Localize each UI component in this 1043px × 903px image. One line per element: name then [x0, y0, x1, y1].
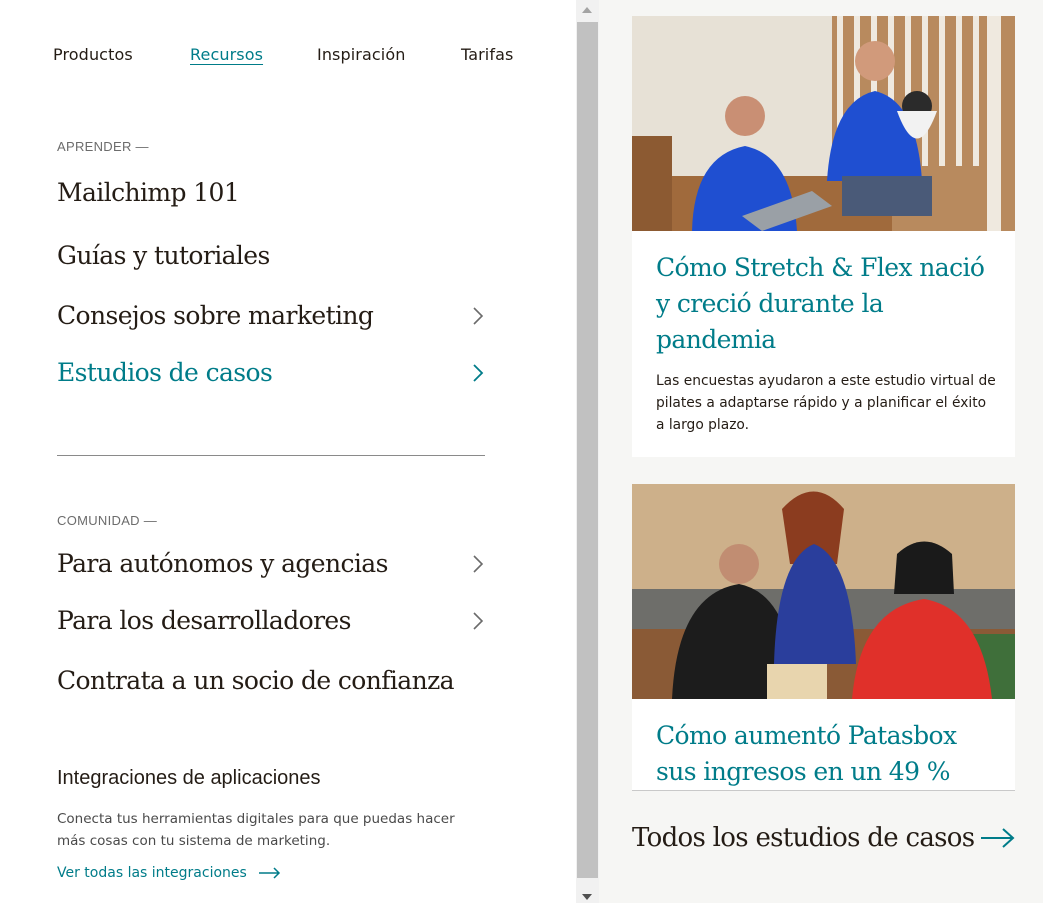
all-case-studies-link[interactable]: Todos los estudios de casos — [632, 818, 1015, 858]
nav-tarifas[interactable]: Tarifas — [461, 45, 513, 64]
featured-case-studies-panel: Cómo Stretch & Flex nació y creció duran… — [599, 0, 1043, 903]
community-section-label: COMUNIDAD — — [57, 513, 158, 528]
nav-inspiracion[interactable]: Inspiración — [317, 45, 405, 64]
integrations-link-label: Ver todas las integraciones — [57, 865, 247, 881]
chevron-right-icon — [473, 612, 484, 630]
case-study-card-stretch-flex[interactable]: Cómo Stretch & Flex nació y creció duran… — [632, 16, 1015, 457]
menu-scrollbar[interactable] — [576, 0, 599, 903]
card-title[interactable]: Cómo aumentó Patasbox sus ingresos en un… — [656, 718, 996, 790]
view-all-integrations-link[interactable]: Ver todas las integraciones — [57, 865, 281, 881]
menu-item-autonomos-agencias[interactable]: Para autónomos y agencias — [57, 544, 487, 584]
scrollbar-thumb[interactable] — [577, 22, 598, 878]
menu-item-label: Para los desarrolladores — [57, 606, 351, 635]
arrow-right-icon — [981, 828, 1015, 848]
learn-section-label: APRENDER — — [57, 139, 149, 154]
menu-item-label: Contrata a un socio de confianza — [57, 666, 455, 695]
menu-item-label: Guías y tutoriales — [57, 241, 270, 270]
menu-item-desarrolladores[interactable]: Para los desarrolladores — [57, 601, 487, 641]
arrow-right-icon — [258, 867, 280, 879]
menu-item-label: Mailchimp 101 — [57, 178, 240, 207]
menu-item-mailchimp-101[interactable]: Mailchimp 101 — [57, 173, 487, 213]
scroll-up-icon[interactable] — [582, 7, 592, 13]
menu-item-label: Para autónomos y agencias — [57, 549, 388, 578]
card-title[interactable]: Cómo Stretch & Flex nació y creció duran… — [656, 250, 996, 358]
integrations-title: Integraciones de aplicaciones — [57, 767, 321, 789]
stretch-flex-photo — [632, 16, 1015, 231]
menu-item-contrata-socio[interactable]: Contrata a un socio de confianza — [57, 661, 487, 701]
all-case-studies-label: Todos los estudios de casos — [632, 823, 975, 853]
section-divider — [57, 455, 485, 456]
chevron-right-icon — [473, 555, 484, 573]
case-studies-rule — [632, 790, 1015, 791]
card-description: Las encuestas ayudaron a este estudio vi… — [656, 373, 996, 433]
menu-item-estudios-casos[interactable]: Estudios de casos — [57, 353, 487, 393]
nav-recursos[interactable]: Recursos — [190, 45, 263, 64]
case-study-card-patasbox[interactable]: Cómo aumentó Patasbox sus ingresos en un… — [632, 484, 1015, 790]
menu-item-consejos-marketing[interactable]: Consejos sobre marketing — [57, 296, 487, 336]
scroll-down-icon[interactable] — [582, 894, 592, 900]
nav-productos[interactable]: Productos — [53, 45, 133, 64]
patasbox-photo — [632, 484, 1015, 699]
chevron-right-icon — [473, 307, 484, 325]
menu-item-label: Estudios de casos — [57, 358, 273, 387]
menu-item-guias-tutoriales[interactable]: Guías y tutoriales — [57, 236, 487, 276]
resources-menu-panel: Productos Recursos Inspiración Tarifas A… — [0, 0, 576, 903]
chevron-right-icon — [473, 364, 484, 382]
menu-item-label: Consejos sobre marketing — [57, 301, 374, 330]
integrations-description: Conecta tus herramientas digitales para … — [57, 811, 455, 849]
